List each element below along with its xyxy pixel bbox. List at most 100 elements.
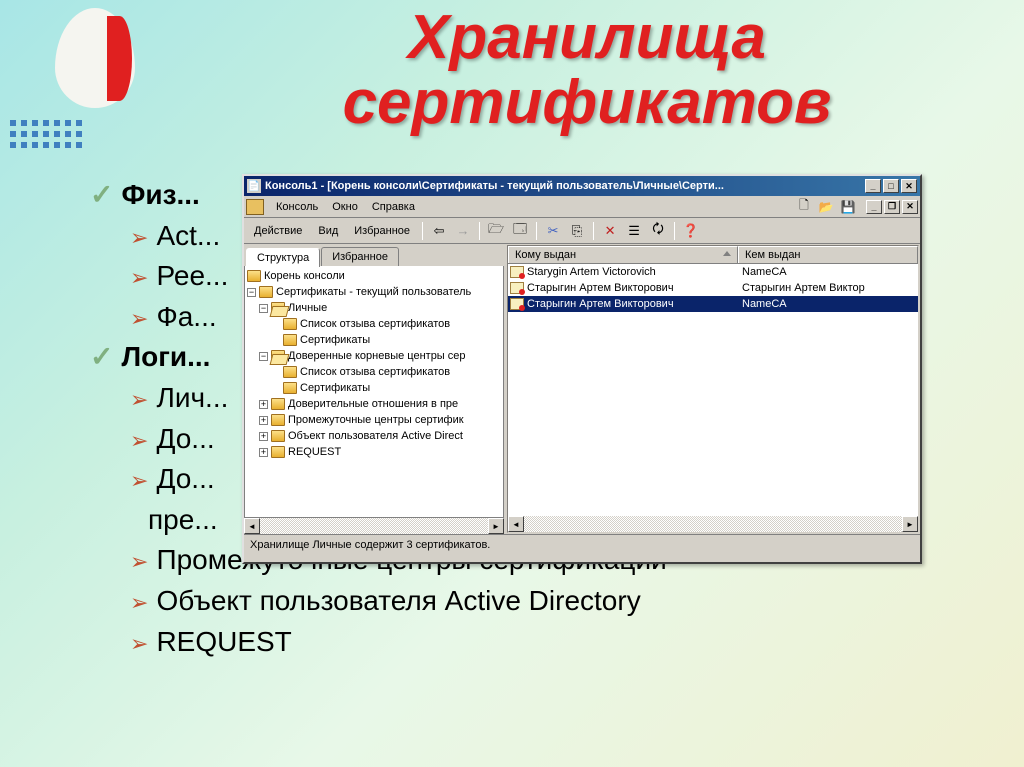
new-icon[interactable]: 🗋 xyxy=(794,197,814,217)
save-icon[interactable]: 💾 xyxy=(838,197,858,217)
folder-icon xyxy=(271,398,285,410)
cell-issued-to: Starygin Artem Victorovich xyxy=(527,266,656,278)
minimize-button[interactable]: _ xyxy=(865,179,881,193)
forward-button[interactable]: → xyxy=(453,221,473,241)
menu-help[interactable]: Справка xyxy=(366,199,421,215)
close-button[interactable]: ✕ xyxy=(901,179,917,193)
bullet-do1: До... xyxy=(156,423,214,454)
collapse-icon[interactable]: − xyxy=(247,288,256,297)
tree-crl2[interactable]: Список отзыва сертификатов xyxy=(300,366,450,378)
list-scrollbar[interactable]: ◄ ► xyxy=(508,516,918,532)
menu-window[interactable]: Окно xyxy=(326,199,364,215)
menubar: Консоль Окно Справка 🗋 📂 💾 _ ❐ ✕ xyxy=(244,196,920,218)
help-icon[interactable]: ❓ xyxy=(681,221,701,241)
child-close-button[interactable]: ✕ xyxy=(902,200,918,214)
bullet-ree: Рее... xyxy=(156,260,228,291)
mmc-window: 📄 Консоль1 - [Корень консоли\Сертификаты… xyxy=(242,174,922,564)
cut-icon[interactable]: ✂ xyxy=(543,221,563,241)
folder-icon xyxy=(247,270,261,282)
maximize-button[interactable]: □ xyxy=(883,179,899,193)
status-bar: Хранилище Личные содержит 3 сертификатов… xyxy=(244,534,920,554)
tree-certificates2[interactable]: Сертификаты xyxy=(300,382,370,394)
back-button[interactable]: ⇦ xyxy=(429,221,449,241)
toolbar-view[interactable]: Вид xyxy=(312,223,344,239)
bullet-lich: Лич... xyxy=(156,382,228,413)
folder-icon xyxy=(271,414,285,426)
tree-crl[interactable]: Список отзыва сертификатов xyxy=(300,318,450,330)
list-row[interactable]: Старыгин Артем Викторович Старыгин Артем… xyxy=(508,280,918,296)
expand-icon[interactable]: + xyxy=(259,416,268,425)
collapse-icon[interactable]: − xyxy=(259,352,268,361)
status-text: Хранилище Личные содержит 3 сертификатов… xyxy=(250,539,490,551)
tree-certificates[interactable]: Сертификаты xyxy=(300,334,370,346)
certificate-icon xyxy=(510,266,524,278)
expand-icon[interactable]: + xyxy=(259,432,268,441)
logo xyxy=(55,8,145,118)
toolbar-action[interactable]: Действие xyxy=(248,223,308,239)
list-body[interactable]: Starygin Artem Victorovich NameCA Старыг… xyxy=(508,264,918,516)
cell-issued-by: Старыгин Артем Виктор xyxy=(742,282,865,294)
folder-icon xyxy=(259,286,273,298)
bullet-phys: Физ... xyxy=(121,179,199,210)
app-icon: 📄 xyxy=(247,179,261,193)
folder-open-icon xyxy=(271,302,285,314)
tree-request[interactable]: REQUEST xyxy=(288,446,341,458)
certificate-icon xyxy=(510,298,524,310)
tree-root[interactable]: Корень консоли xyxy=(264,270,345,282)
cell-issued-to: Старыгин Артем Викторович xyxy=(527,298,674,310)
toolbar: Действие Вид Избранное ⇦ → 🗁 🗔 ✂ ⎘ ✕ ☰ 🗘… xyxy=(244,218,920,244)
window-title: Консоль1 - [Корень консоли\Сертификаты -… xyxy=(265,180,865,192)
tab-favorites[interactable]: Избранное xyxy=(321,247,399,266)
cell-issued-by: NameCA xyxy=(742,298,787,310)
tree-certs[interactable]: Сертификаты - текущий пользователь xyxy=(276,286,471,298)
list-row[interactable]: Starygin Artem Victorovich NameCA xyxy=(508,264,918,280)
scroll-right-icon[interactable]: ► xyxy=(902,516,918,532)
sort-asc-icon xyxy=(723,251,731,256)
properties-icon[interactable]: 🗔 xyxy=(510,221,530,241)
column-issued-by[interactable]: Кем выдан xyxy=(738,246,918,263)
refresh-icon[interactable]: 🗘 xyxy=(648,221,668,241)
folder-icon xyxy=(271,446,285,458)
file-icon[interactable] xyxy=(246,199,264,215)
tree-intermediate[interactable]: Промежуточные центры сертифик xyxy=(288,414,464,426)
cell-issued-by: NameCA xyxy=(742,266,787,278)
scroll-left-icon[interactable]: ◄ xyxy=(508,516,524,532)
bullet-logi: Логи... xyxy=(121,341,210,372)
tab-structure[interactable]: Структура xyxy=(246,248,320,267)
tree-enterprise[interactable]: Доверительные отношения в пре xyxy=(288,398,458,410)
up-folder-icon[interactable]: 🗁 xyxy=(486,221,506,241)
open-icon[interactable]: 📂 xyxy=(816,197,836,217)
child-restore-button[interactable]: ❐ xyxy=(884,200,900,214)
folder-icon xyxy=(271,430,285,442)
scroll-left-icon[interactable]: ◄ xyxy=(244,518,260,534)
props2-icon[interactable]: ☰ xyxy=(624,221,644,241)
expand-icon[interactable]: + xyxy=(259,400,268,409)
tree-scrollbar[interactable]: ◄ ► xyxy=(244,518,504,534)
copy-icon[interactable]: ⎘ xyxy=(567,221,587,241)
list-row-selected[interactable]: Старыгин Артем Викторович NameCA xyxy=(508,296,918,312)
bullet-do2: До... xyxy=(156,463,214,494)
collapse-icon[interactable]: − xyxy=(259,304,268,313)
scroll-right-icon[interactable]: ► xyxy=(488,518,504,534)
titlebar[interactable]: 📄 Консоль1 - [Корень консоли\Сертификаты… xyxy=(244,176,920,196)
column-issued-to[interactable]: Кому выдан xyxy=(508,246,738,263)
delete-icon[interactable]: ✕ xyxy=(600,221,620,241)
folder-icon xyxy=(283,366,297,378)
child-minimize-button[interactable]: _ xyxy=(866,200,882,214)
tree-ad-user[interactable]: Объект пользователя Active Direct xyxy=(288,430,463,442)
slide-title: Хранилища сертификатов xyxy=(170,5,1004,135)
menu-console[interactable]: Консоль xyxy=(270,199,324,215)
bullet-pre: пре... xyxy=(148,504,218,535)
folder-icon xyxy=(283,318,297,330)
cell-issued-to: Старыгин Артем Викторович xyxy=(527,282,674,294)
tree-personal[interactable]: Личные xyxy=(288,302,327,314)
folder-icon xyxy=(283,334,297,346)
expand-icon[interactable]: + xyxy=(259,448,268,457)
tree-trusted-root[interactable]: Доверенные корневые центры сер xyxy=(288,350,466,362)
logo-dots xyxy=(10,120,86,152)
tree-view[interactable]: Корень консоли −Сертификаты - текущий по… xyxy=(244,266,504,518)
list-panel: Кому выдан Кем выдан Starygin Artem Vict… xyxy=(507,245,919,533)
tree-panel: Структура Избранное Корень консоли −Серт… xyxy=(244,244,506,534)
bullet-fa: Фа... xyxy=(156,301,216,332)
toolbar-favorites[interactable]: Избранное xyxy=(348,223,416,239)
